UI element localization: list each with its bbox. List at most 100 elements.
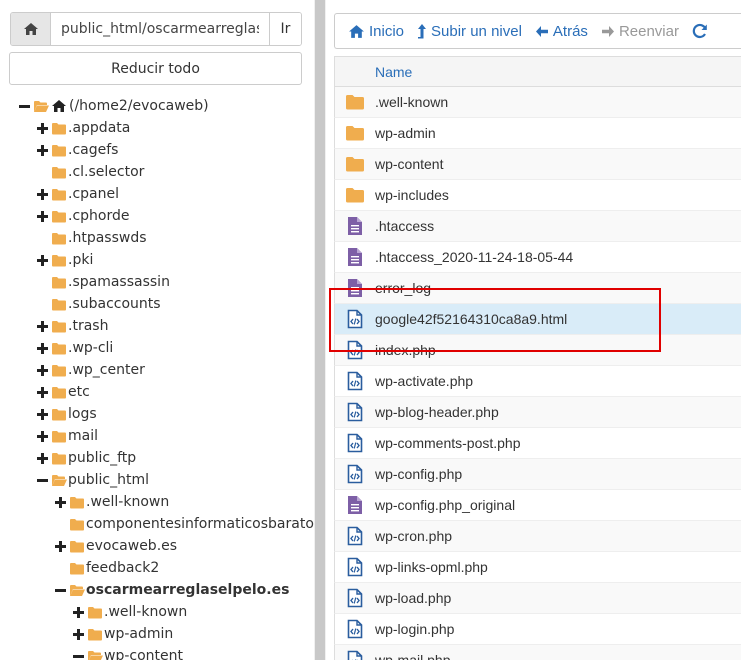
file-row[interactable]: index.php — [334, 335, 741, 366]
folder-icon — [51, 430, 68, 443]
tree-node[interactable]: .appdata — [0, 117, 314, 139]
tree-node[interactable]: .trash — [0, 315, 314, 337]
forward-button[interactable]: Reenviar — [601, 23, 679, 40]
folder-icon — [51, 452, 68, 465]
folder-icon — [51, 210, 68, 223]
tree-node[interactable]: .cl.selector — [0, 161, 314, 183]
expand-toggle-icon[interactable] — [37, 210, 48, 222]
expand-toggle-icon[interactable] — [37, 430, 48, 442]
tree-node-label: .wp_center — [68, 362, 145, 378]
tree-node[interactable]: logs — [0, 403, 314, 425]
collapse-all-button[interactable]: Reducir todo — [9, 52, 302, 85]
home-button[interactable] — [11, 13, 51, 45]
tree-node[interactable]: wp-admin — [0, 623, 314, 645]
file-name: wp-config.php — [375, 466, 463, 482]
file-row[interactable]: wp-activate.php — [334, 366, 741, 397]
file-row[interactable]: wp-includes — [334, 180, 741, 211]
tree-node-label: .htpasswds — [68, 230, 147, 246]
expand-toggle-icon[interactable] — [55, 496, 66, 508]
file-row[interactable]: wp-links-opml.php — [334, 552, 741, 583]
up-one-level-button[interactable]: Subir un nivel — [417, 23, 522, 40]
reload-button[interactable] — [692, 23, 712, 39]
file-row[interactable]: wp-mail.php — [334, 645, 741, 660]
file-row[interactable]: google42f52164310ca8a9.html — [334, 304, 741, 335]
file-row[interactable]: wp-load.php — [334, 583, 741, 614]
file-name: wp-login.php — [375, 621, 455, 637]
tree-node[interactable]: .cpanel — [0, 183, 314, 205]
tree-scrollbar[interactable] — [314, 0, 326, 660]
tree-node[interactable]: .wp_center — [0, 359, 314, 381]
tree-node[interactable]: oscarmearreglaselpelo.es — [0, 579, 314, 601]
tree-node[interactable]: feedback2 — [0, 557, 314, 579]
tree-node[interactable]: .wp-cli — [0, 337, 314, 359]
tree-node[interactable]: .pki — [0, 249, 314, 271]
file-row[interactable]: wp-content — [334, 149, 741, 180]
expand-toggle-icon[interactable] — [37, 188, 48, 200]
collapse-toggle-icon[interactable] — [37, 475, 48, 486]
folder-icon — [51, 188, 68, 201]
expand-toggle-icon[interactable] — [37, 386, 48, 398]
code-file-icon — [335, 650, 375, 660]
text-file-icon — [335, 495, 375, 515]
path-input[interactable] — [51, 13, 269, 45]
back-button[interactable]: Atrás — [535, 23, 588, 40]
home-icon — [51, 99, 67, 113]
tree-node[interactable]: .cagefs — [0, 139, 314, 161]
scrollbar-thumb[interactable] — [315, 0, 325, 660]
forward-label: Reenviar — [618, 22, 679, 40]
tree-node[interactable]: .htpasswds — [0, 227, 314, 249]
home-nav-button[interactable]: Inicio — [348, 23, 404, 40]
file-table: Name .well-known wp-admin wp-content wp-inc… — [334, 56, 741, 660]
code-file-icon — [335, 464, 375, 484]
file-row[interactable]: wp-config.php — [334, 459, 741, 490]
tree-node[interactable]: .spamassassin — [0, 271, 314, 293]
tree-node[interactable]: .well-known — [0, 491, 314, 513]
expand-toggle-icon[interactable] — [55, 540, 66, 552]
expand-toggle-icon[interactable] — [37, 254, 48, 266]
tree-node-label: wp-content — [104, 648, 183, 660]
expand-toggle-icon[interactable] — [73, 628, 84, 640]
file-row[interactable]: .well-known — [334, 87, 741, 118]
tree-node[interactable]: (/home2/evocaweb) — [0, 95, 314, 117]
folder-icon — [87, 606, 104, 619]
file-row[interactable]: wp-admin — [334, 118, 741, 149]
expand-toggle-icon[interactable] — [37, 144, 48, 156]
go-button[interactable]: Ir — [269, 13, 301, 45]
name-column-header[interactable]: Name — [334, 56, 741, 87]
file-row[interactable]: wp-login.php — [334, 614, 741, 645]
expand-toggle-icon[interactable] — [37, 122, 48, 134]
file-row[interactable]: wp-comments-post.php — [334, 428, 741, 459]
collapse-toggle-icon[interactable] — [19, 101, 30, 112]
tree-node[interactable]: wp-content — [0, 645, 314, 660]
expand-toggle-icon[interactable] — [37, 408, 48, 420]
file-row[interactable]: wp-config.php_original — [334, 490, 741, 521]
tree-node[interactable]: public_html — [0, 469, 314, 491]
tree-node-label: wp-admin — [104, 626, 174, 642]
tree-node[interactable]: mail — [0, 425, 314, 447]
file-name: error_log — [375, 280, 432, 296]
tree-node-label: .pki — [68, 252, 94, 268]
file-row[interactable]: wp-cron.php — [334, 521, 741, 552]
tree-node[interactable]: .well-known — [0, 601, 314, 623]
collapse-toggle-icon[interactable] — [55, 585, 66, 596]
collapse-toggle-icon[interactable] — [73, 651, 84, 660]
navigation-toolbar: Inicio Subir un nivel Atrás Reenviar — [334, 13, 741, 49]
expand-toggle-icon[interactable] — [37, 320, 48, 332]
tree-node[interactable]: evocaweb.es — [0, 535, 314, 557]
file-row[interactable]: wp-blog-header.php — [334, 397, 741, 428]
file-row[interactable]: error_log — [334, 273, 741, 304]
tree-node[interactable]: componentesinformaticosbaratos.es — [0, 513, 314, 535]
file-row[interactable]: .htaccess — [334, 211, 741, 242]
expand-toggle-icon[interactable] — [73, 606, 84, 618]
folder-icon — [51, 166, 68, 179]
tree-node[interactable]: .subaccounts — [0, 293, 314, 315]
expand-toggle-icon[interactable] — [37, 364, 48, 376]
file-name: wp-cron.php — [375, 528, 453, 544]
expand-toggle-icon[interactable] — [37, 452, 48, 464]
expand-toggle-icon[interactable] — [37, 342, 48, 354]
tree-node[interactable]: public_ftp — [0, 447, 314, 469]
folder-icon — [69, 540, 86, 553]
tree-node[interactable]: etc — [0, 381, 314, 403]
tree-node[interactable]: .cphorde — [0, 205, 314, 227]
file-row[interactable]: .htaccess_2020-11-24-18-05-44 — [334, 242, 741, 273]
